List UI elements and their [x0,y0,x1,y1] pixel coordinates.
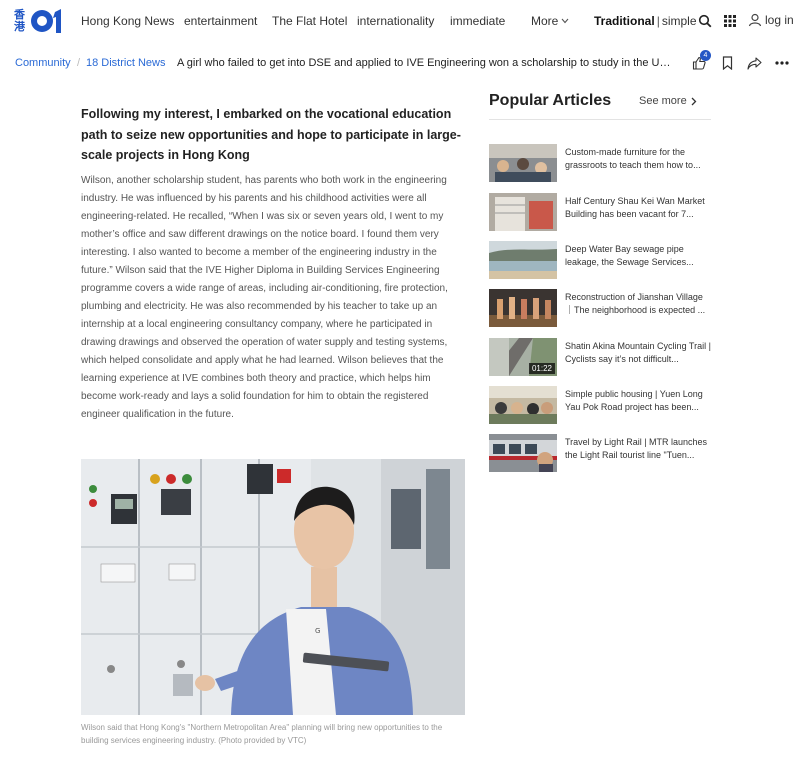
popular-item[interactable]: Custom-made furniture for the grassroots… [489,144,711,184]
nav-item-immediate[interactable]: immediate [450,14,505,28]
login-label: log in [765,13,794,27]
popular-item-title: Simple public housing | Yuen Long Yau Po… [565,389,703,412]
nav-more-menu[interactable]: More [531,14,569,28]
photo-caption: Wilson said that Hong Kong's "Northern M… [81,723,443,745]
popular-item[interactable]: Travel by Light Rail | MTR launches the … [489,434,711,474]
nav-item-entertainment[interactable]: entertainment [184,14,257,28]
nav-item-flat-hotel[interactable]: The Flat Hotel [272,14,347,28]
popular-item-title: Custom-made furniture for the grassroots… [565,147,701,170]
see-more-link[interactable]: See more [639,95,697,107]
article-content: Following my interest, I embarked on the… [81,104,465,424]
popular-item[interactable]: Reconstruction of Jianshan Village ｜The … [489,289,711,329]
popular-articles-title: Popular Articles [489,92,612,109]
logo-text: 香 港 [14,9,25,33]
chevron-down-icon [561,18,569,24]
breadcrumb-community[interactable]: Community [15,57,71,69]
article-photo: G [81,459,465,715]
logo-01-mark [31,9,61,33]
popular-thumbnail [489,193,557,231]
share-icon [746,56,762,70]
video-duration: 01:22 [528,363,555,374]
user-icon [748,13,762,27]
lang-separator: | [656,14,660,28]
like-count-badge: 4 [700,50,711,61]
popular-item[interactable]: Half Century Shau Kei Wan Market Buildin… [489,193,711,233]
sticky-article-title: A girl who failed to get into DSE and ap… [177,57,677,69]
site-logo[interactable]: 香 港 [14,8,64,34]
article-subheading: Following my interest, I embarked on the… [81,107,461,162]
popular-item[interactable]: Simple public housing | Yuen Long Yau Po… [489,386,711,426]
popular-thumbnail: 01:22 [489,338,557,376]
share-button[interactable] [744,54,764,72]
popular-item-title: Deep Water Bay sewage pipe leakage, the … [565,244,694,267]
popular-thumbnail [489,144,557,182]
popular-item-title: Half Century Shau Kei Wan Market Buildin… [565,196,705,219]
chevron-right-icon [691,97,697,105]
breadcrumb-separator: / [77,57,81,69]
like-button[interactable]: 4 [689,50,711,72]
breadcrumb-district-news[interactable]: 18 District News [86,57,165,69]
article-photo-illustration: G [81,459,465,715]
nav-item-hong-kong-news[interactable]: Hong Kong News [81,14,174,28]
search-icon [698,14,712,28]
article-paragraph: Wilson, another scholarship student, has… [81,174,448,420]
bookmark-icon [722,56,732,70]
lang-simple[interactable]: simple [662,14,697,28]
login-button[interactable]: log in [748,13,794,27]
popular-item[interactable]: 01:22 Shatin Akina Mountain Cycling Trai… [489,338,711,378]
nav-more-label: More [531,14,559,28]
popular-thumbnail [489,434,557,472]
more-icon [775,61,789,65]
more-options-button[interactable] [772,54,792,72]
lang-traditional[interactable]: Traditional [594,14,655,28]
breadcrumb: Community / 18 District News A girl who … [0,50,800,76]
popular-item-title: Travel by Light Rail | MTR launches the … [565,437,708,460]
see-more-label: See more [639,95,687,107]
popular-divider [489,119,711,120]
top-navigation: 香 港 Hong Kong News entertainment The Fla… [0,0,800,44]
logo-char-2: 港 [14,20,25,33]
nav-item-internationality[interactable]: internationality [357,14,434,28]
popular-thumbnail [489,289,557,327]
popular-thumbnail [489,386,557,424]
popular-thumbnail [489,241,557,279]
popular-item-title: Shatin Akina Mountain Cycling Trail | Cy… [565,341,711,364]
bookmark-button[interactable] [717,54,737,72]
grid-icon [724,15,736,27]
popular-item[interactable]: Deep Water Bay sewage pipe leakage, the … [489,241,711,281]
search-button[interactable] [696,12,714,30]
popular-item-title: Reconstruction of Jianshan Village ｜The … [565,292,706,315]
apps-button[interactable] [721,12,739,30]
svg-text:G: G [315,627,320,635]
language-switch: Traditional | simple [594,14,697,28]
